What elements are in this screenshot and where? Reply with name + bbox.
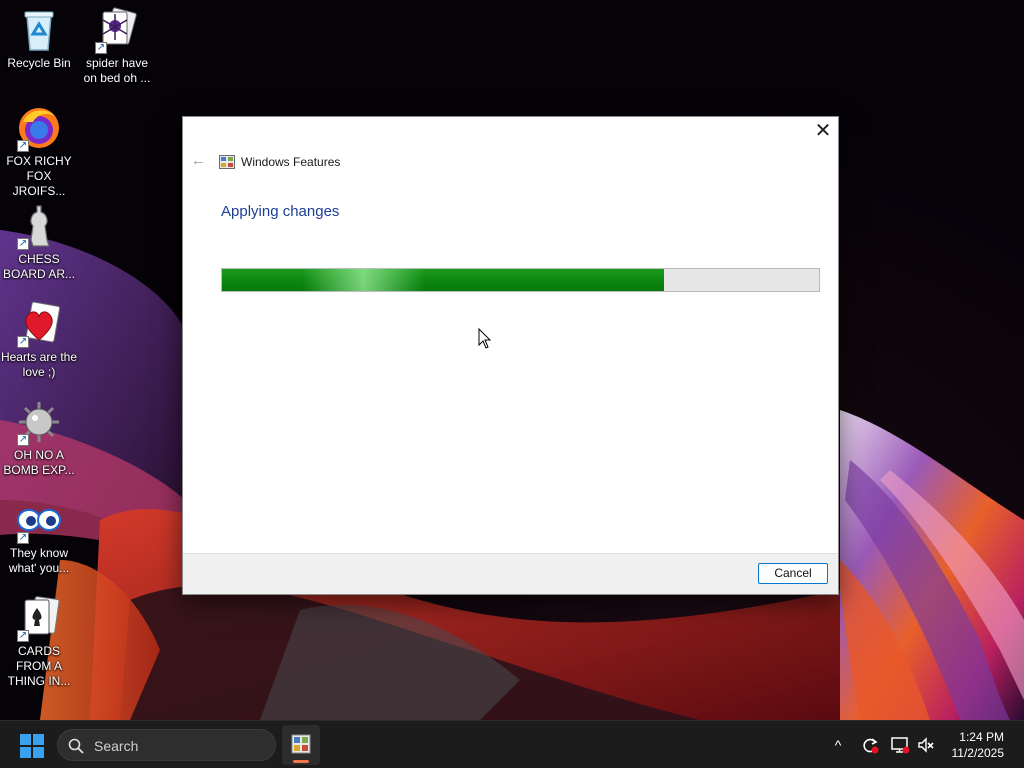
spider-card-icon: ↗ bbox=[93, 6, 141, 54]
recycle-bin-icon bbox=[15, 6, 63, 54]
search-icon bbox=[68, 738, 84, 754]
progress-bar bbox=[221, 268, 820, 292]
mouse-cursor-icon bbox=[478, 327, 492, 350]
shortcut-arrow-icon: ↗ bbox=[17, 140, 29, 152]
clock-time: 1:24 PM bbox=[959, 730, 1004, 744]
shortcut-arrow-icon: ↗ bbox=[17, 238, 29, 250]
desktop-icon-hearts[interactable]: ↗ Hearts are the love ;) bbox=[0, 300, 78, 380]
firefox-icon: ↗ bbox=[15, 104, 63, 152]
desktop-icon-label: OH NO A BOMB EXP... bbox=[3, 448, 75, 477]
desktop-icon-label: FOX RICHY FOX JROIFS... bbox=[6, 154, 72, 198]
cards-icon: ↗ bbox=[15, 594, 63, 642]
taskbar-app-windows-features[interactable] bbox=[282, 725, 320, 765]
mine-icon: ↗ bbox=[15, 398, 63, 446]
desktop-icon-label: They know what' you... bbox=[8, 546, 70, 575]
eyes-icon: ↗ bbox=[15, 496, 63, 544]
network-monitor-icon[interactable] bbox=[890, 735, 910, 755]
windows-features-icon bbox=[291, 734, 311, 754]
applying-changes-heading: Applying changes bbox=[221, 203, 340, 220]
taskbar-clock[interactable]: 1:24 PM 11/2/2025 bbox=[952, 729, 1005, 761]
desktop-icon-eyes[interactable]: ↗ They know what' you... bbox=[0, 496, 78, 576]
close-button[interactable]: ✕ bbox=[808, 117, 838, 145]
desktop-icon-chess[interactable]: ↗ CHESS BOARD AR... bbox=[0, 202, 78, 282]
clock-date: 11/2/2025 bbox=[951, 746, 1005, 760]
desktop-icon-label: CARDS FROM A THING IN... bbox=[7, 644, 71, 688]
shortcut-arrow-icon: ↗ bbox=[17, 336, 29, 348]
taskbar: Search ^ 1:24 PM 11/2/2025 bbox=[0, 720, 1024, 768]
shortcut-arrow-icon: ↗ bbox=[17, 630, 29, 642]
start-button[interactable] bbox=[20, 734, 44, 758]
desktop-icon-label: spider have on bed oh ... bbox=[83, 56, 151, 85]
sync-status-icon[interactable] bbox=[860, 735, 880, 755]
cancel-button[interactable]: Cancel bbox=[758, 563, 828, 584]
back-arrow-icon[interactable]: ← bbox=[191, 152, 206, 169]
tray-overflow-chevron-icon[interactable]: ^ bbox=[828, 735, 848, 755]
desktop-icon-recycle-bin[interactable]: Recycle Bin bbox=[0, 6, 78, 71]
windows-features-dialog: ✕ ← Windows Features Applying changes Ca… bbox=[182, 116, 839, 595]
desktop-icon-firefox[interactable]: ↗ FOX RICHY FOX JROIFS... bbox=[0, 104, 78, 199]
desktop-icon-label: CHESS BOARD AR... bbox=[2, 252, 76, 281]
dialog-footer: Cancel bbox=[183, 553, 838, 594]
desktop-icon-cards[interactable]: ↗ CARDS FROM A THING IN... bbox=[0, 594, 78, 689]
shortcut-arrow-icon: ↗ bbox=[95, 42, 107, 54]
desktop-icon-minesweeper[interactable]: ↗ OH NO A BOMB EXP... bbox=[0, 398, 78, 478]
chess-icon: ↗ bbox=[15, 202, 63, 250]
dialog-title: Windows Features bbox=[241, 155, 341, 169]
progress-bar-fill bbox=[222, 269, 664, 291]
active-app-indicator bbox=[293, 760, 309, 763]
shortcut-arrow-icon: ↗ bbox=[17, 532, 29, 544]
desktop-icon-label: Recycle Bin bbox=[7, 56, 71, 70]
desktop-icon-label: Hearts are the love ;) bbox=[0, 350, 78, 379]
taskbar-search-box[interactable]: Search bbox=[57, 729, 276, 761]
windows-logo-icon bbox=[20, 734, 44, 758]
shortcut-arrow-icon: ↗ bbox=[17, 434, 29, 446]
windows-features-icon bbox=[219, 154, 235, 170]
volume-muted-icon[interactable] bbox=[916, 735, 936, 755]
hearts-icon: ↗ bbox=[15, 300, 63, 348]
search-placeholder: Search bbox=[94, 738, 139, 754]
desktop-icon-spider[interactable]: ↗ spider have on bed oh ... bbox=[78, 6, 156, 86]
